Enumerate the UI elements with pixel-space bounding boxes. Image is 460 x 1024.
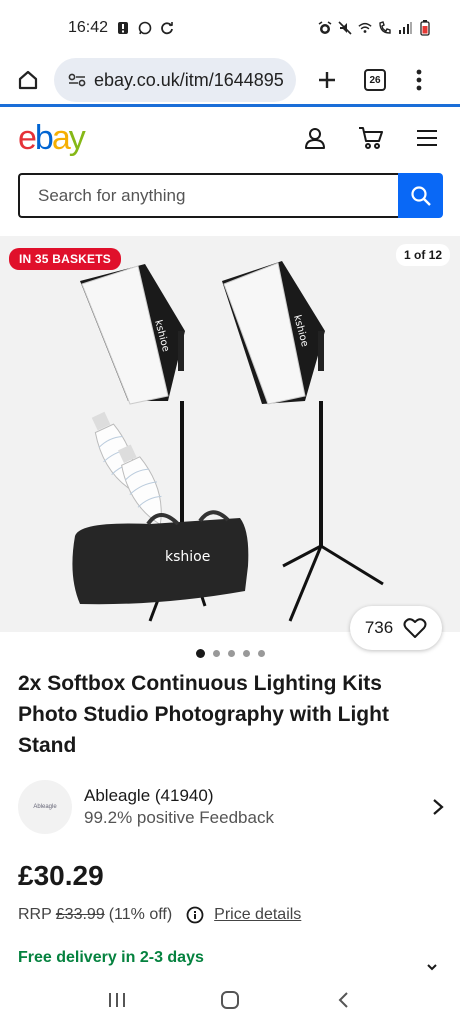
light-bulbs: [91, 411, 162, 526]
home-nav-button[interactable]: [210, 980, 250, 1020]
browser-toolbar: ebay.co.uk/itm/1644895 26: [0, 56, 460, 104]
chevron-down-icon[interactable]: [426, 958, 438, 976]
search-input[interactable]: [18, 173, 398, 218]
seller-card[interactable]: Ableagle Ableagle (41940) 99.2% positive…: [18, 780, 448, 834]
hamburger-icon: [417, 130, 437, 146]
price-details-link[interactable]: Price details: [214, 906, 301, 924]
ebay-logo[interactable]: ebay: [18, 118, 86, 158]
new-tab-button[interactable]: [310, 63, 344, 97]
seller-name: Ableagle (41940): [84, 786, 214, 805]
plus-icon: [319, 72, 335, 88]
battery-icon: [418, 20, 432, 36]
search-icon: [410, 185, 431, 206]
wifi-call-icon: [378, 21, 392, 35]
logo-letter: b: [34, 118, 54, 157]
rrp-value: £33.99: [55, 906, 105, 923]
alarm-icon: [318, 21, 332, 35]
discount: (11% off): [108, 906, 173, 923]
image-counter: 1 of 12: [395, 244, 450, 266]
rrp-label: RRP: [18, 906, 52, 923]
logo-letter: e: [18, 118, 37, 157]
status-time: 16:42: [68, 19, 109, 36]
chevron-right-icon: [428, 797, 448, 817]
back-icon: [338, 992, 349, 1008]
url-text: ebay.co.uk/itm/1644895: [94, 69, 284, 90]
cart-icon: [359, 127, 383, 149]
address-bar[interactable]: ebay.co.uk/itm/1644895: [54, 58, 296, 102]
wifi-icon: [358, 21, 372, 35]
product-image: kshioe kshioe kshioe: [72, 261, 384, 622]
search-bar: [18, 173, 443, 218]
cart-button[interactable]: [356, 123, 386, 153]
signal-icon: [398, 21, 412, 35]
account-button[interactable]: [300, 123, 330, 153]
search-button[interactable]: [398, 173, 443, 218]
baskets-badge: IN 35 BASKETS: [9, 248, 121, 270]
home-icon: [18, 70, 38, 90]
info-icon[interactable]: [186, 906, 204, 924]
alert-icon: [116, 21, 130, 35]
site-header: ebay: [0, 110, 460, 166]
carousel-dot[interactable]: [196, 649, 205, 658]
carousel-dot[interactable]: [213, 650, 220, 657]
watchlist-button[interactable]: 736: [350, 606, 442, 650]
recents-button[interactable]: [97, 980, 137, 1020]
carousel-dot[interactable]: [243, 650, 250, 657]
watch-count: 736: [364, 618, 394, 637]
product-image-gallery[interactable]: kshioe kshioe kshioe IN 35 BASKETS 1 of …: [0, 236, 460, 632]
rrp-row: RRP £33.99 (11% off) Price details: [18, 906, 301, 924]
home-circle-icon: [220, 991, 239, 1009]
carry-bag: kshioe: [72, 510, 249, 605]
heart-icon: [403, 618, 427, 638]
recents-icon: [108, 993, 125, 1007]
system-nav-bar: [0, 976, 460, 1024]
logo-letter: y: [68, 118, 86, 157]
product-title: 2x Softbox Continuous Lighting Kits Phot…: [18, 672, 389, 757]
more-vertical-icon: [416, 69, 422, 91]
status-bar: 16:42: [0, 0, 460, 56]
tab-switcher-button[interactable]: 26: [358, 63, 392, 97]
carousel-dot[interactable]: [258, 650, 265, 657]
mute-icon: [338, 21, 352, 35]
hamburger-menu-button[interactable]: [412, 123, 442, 153]
home-button[interactable]: [10, 62, 46, 98]
brand-text-bag: kshioe: [165, 549, 210, 565]
seller-avatar-text: Ableagle: [33, 804, 57, 810]
page-load-indicator: [0, 104, 460, 107]
whatsapp-icon: [138, 21, 152, 35]
site-settings-icon: [68, 73, 86, 87]
price: £30.29: [18, 860, 104, 891]
browser-menu-button[interactable]: [406, 63, 432, 97]
carousel-dots[interactable]: [196, 649, 265, 658]
tab-count: 26: [364, 69, 386, 91]
sync-icon: [160, 21, 174, 35]
back-button[interactable]: [323, 980, 363, 1020]
seller-feedback: 99.2% positive Feedback: [84, 808, 274, 827]
logo-letter: a: [51, 118, 71, 157]
carousel-dot[interactable]: [228, 650, 235, 657]
delivery-info: Free delivery in 2-3 days: [18, 949, 204, 966]
user-icon: [305, 128, 325, 149]
seller-avatar: Ableagle: [18, 780, 72, 834]
